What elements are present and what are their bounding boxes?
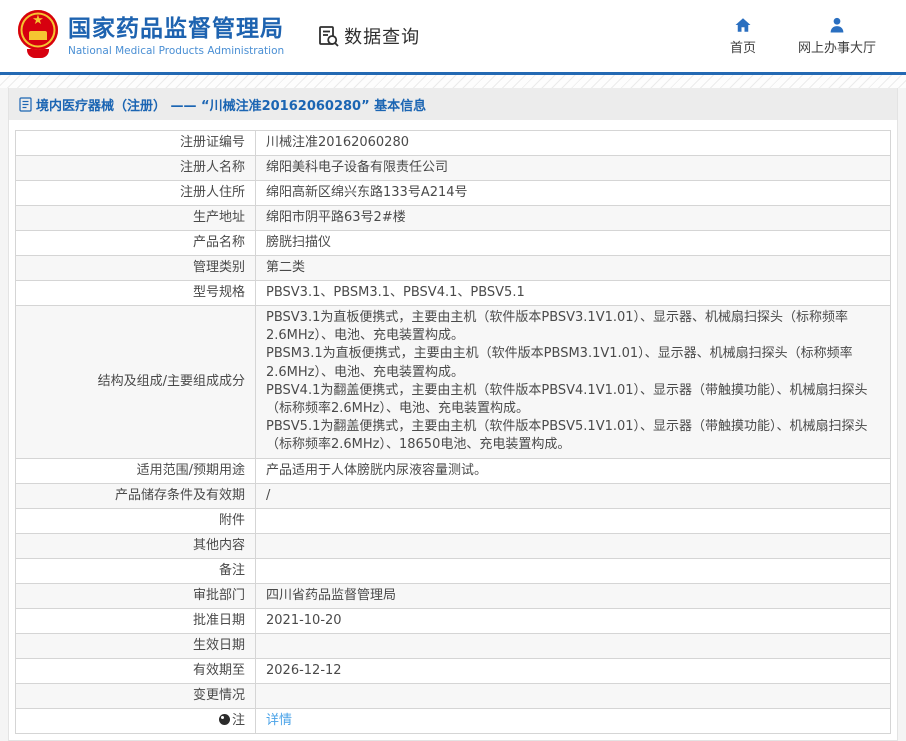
row-label: 生效日期 (16, 633, 256, 658)
table-row: 变更情况 (16, 683, 891, 708)
row-label: 管理类别 (16, 256, 256, 281)
row-label: 生产地址 (16, 206, 256, 231)
row-label: 有效期至 (16, 658, 256, 683)
row-label: 结构及组成/主要组成成分 (16, 306, 256, 459)
row-value (256, 533, 891, 558)
table-row: 有效期至2026-12-12 (16, 658, 891, 683)
table-wrap: 注册证编号川械注准20162060280注册人名称绵阳美科电子设备有限责任公司注… (9, 120, 897, 740)
row-label: 注册人名称 (16, 156, 256, 181)
row-label: 型号规格 (16, 281, 256, 306)
row-value: PBSV3.1为直板便携式，主要由主机（软件版本PBSV3.1V1.01）、显示… (256, 306, 891, 459)
row-label: 批准日期 (16, 608, 256, 633)
table-row: 生产地址绵阳市阴平路63号2#楼 (16, 206, 891, 231)
row-label: 附件 (16, 508, 256, 533)
row-label: 变更情况 (16, 683, 256, 708)
row-value: 膀胱扫描仪 (256, 231, 891, 256)
data-query-label: 数据查询 (344, 23, 420, 49)
row-value: 川械注准20162060280 (256, 131, 891, 156)
value-line: PBSV5.1为翻盖便携式，主要由主机（软件版本PBSV5.1V1.01）、显示… (266, 418, 880, 454)
row-value: 第二类 (256, 256, 891, 281)
nav-item-home[interactable]: 首页 (730, 16, 756, 56)
national-emblem-icon: ★ (18, 10, 58, 62)
row-value: 绵阳高新区绵兴东路133号A214号 (256, 181, 891, 206)
header: ★ 国家药品监督管理局 National Medical Products Ad… (0, 0, 906, 72)
nav-label-home: 首页 (730, 37, 756, 56)
table-row: 产品名称膀胱扫描仪 (16, 231, 891, 256)
details-link[interactable]: 详情 (266, 713, 292, 728)
row-label: 产品储存条件及有效期 (16, 483, 256, 508)
table-row: 型号规格PBSV3.1、PBSM3.1、PBSV4.1、PBSV5.1 (16, 281, 891, 306)
row-value: 绵阳美科电子设备有限责任公司 (256, 156, 891, 181)
row-label: 注册证编号 (16, 131, 256, 156)
table-row: 注册人住所绵阳高新区绵兴东路133号A214号 (16, 181, 891, 206)
row-label: 产品名称 (16, 231, 256, 256)
row-label: 注册人住所 (16, 181, 256, 206)
logo-block: ★ 国家药品监督管理局 National Medical Products Ad… (18, 10, 284, 62)
table-row: 管理类别第二类 (16, 256, 891, 281)
nav-item-service-hall[interactable]: 网上办事大厅 (798, 16, 876, 56)
table-row: 注册证编号川械注准20162060280 (16, 131, 891, 156)
site-title-block: 国家药品监督管理局 National Medical Products Admi… (68, 16, 284, 57)
value-line: PBSV3.1为直板便携式，主要由主机（软件版本PBSV3.1V1.01）、显示… (266, 309, 880, 345)
row-value: / (256, 483, 891, 508)
row-label: 适用范围/预期用途 (16, 458, 256, 483)
user-icon (828, 16, 846, 34)
row-value: PBSV3.1、PBSM3.1、PBSV4.1、PBSV5.1 (256, 281, 891, 306)
table-row: 备注 (16, 558, 891, 583)
home-icon (734, 16, 752, 34)
table-row: 适用范围/预期用途产品适用于人体膀胱内尿液容量测试。 (16, 458, 891, 483)
data-query-button[interactable]: 数据查询 (316, 23, 420, 49)
nav-label-service-hall: 网上办事大厅 (798, 37, 876, 56)
table-row: 结构及组成/主要组成成分 PBSV3.1为直板便携式，主要由主机（软件版本PBSV… (16, 306, 891, 459)
row-value (256, 508, 891, 533)
row-value: 产品适用于人体膀胱内尿液容量测试。 (256, 458, 891, 483)
row-value: 2021-10-20 (256, 608, 891, 633)
table-row: 附件 (16, 508, 891, 533)
table-row: 批准日期2021-10-20 (16, 608, 891, 633)
header-nav: 首页 网上办事大厅 (730, 16, 876, 56)
row-value: 四川省药品监督管理局 (256, 583, 891, 608)
document-search-icon (316, 24, 340, 48)
table-row: 审批部门四川省药品监督管理局 (16, 583, 891, 608)
info-table: 注册证编号川械注准20162060280注册人名称绵阳美科电子设备有限责任公司注… (15, 130, 891, 734)
row-value (256, 633, 891, 658)
table-row: 产品储存条件及有效期/ (16, 483, 891, 508)
table-row: 注册人名称绵阳美科电子设备有限责任公司 (16, 156, 891, 181)
row-label: 其他内容 (16, 533, 256, 558)
row-value: 绵阳市阴平路63号2#楼 (256, 206, 891, 231)
value-line: PBSM3.1为直板便携式，主要由主机（软件版本PBSM3.1V1.01）、显示… (266, 345, 880, 381)
background-texture (0, 75, 906, 88)
breadcrumb: 境内医疗器械（注册） —— “川械注准20162060280” 基本信息 (9, 88, 897, 120)
info-table-body: 注册证编号川械注准20162060280注册人名称绵阳美科电子设备有限责任公司注… (16, 131, 891, 734)
row-value (256, 558, 891, 583)
row-label: 备注 (16, 558, 256, 583)
note-icon (219, 714, 230, 725)
table-row: 其他内容 (16, 533, 891, 558)
site-title-cn: 国家药品监督管理局 (68, 16, 284, 42)
row-value (256, 683, 891, 708)
breadcrumb-text: 境内医疗器械（注册） —— “川械注准20162060280” 基本信息 (36, 95, 426, 114)
table-row: 生效日期 (16, 633, 891, 658)
document-icon (19, 97, 32, 112)
row-value: 2026-12-12 (256, 658, 891, 683)
row-label: 审批部门 (16, 583, 256, 608)
value-line: PBSV4.1为翻盖便携式，主要由主机（软件版本PBSV4.1V1.01）、显示… (266, 382, 880, 418)
site-title-en: National Medical Products Administration (68, 45, 284, 57)
content-panel: 境内医疗器械（注册） —— “川械注准20162060280” 基本信息 注册证… (8, 88, 898, 741)
